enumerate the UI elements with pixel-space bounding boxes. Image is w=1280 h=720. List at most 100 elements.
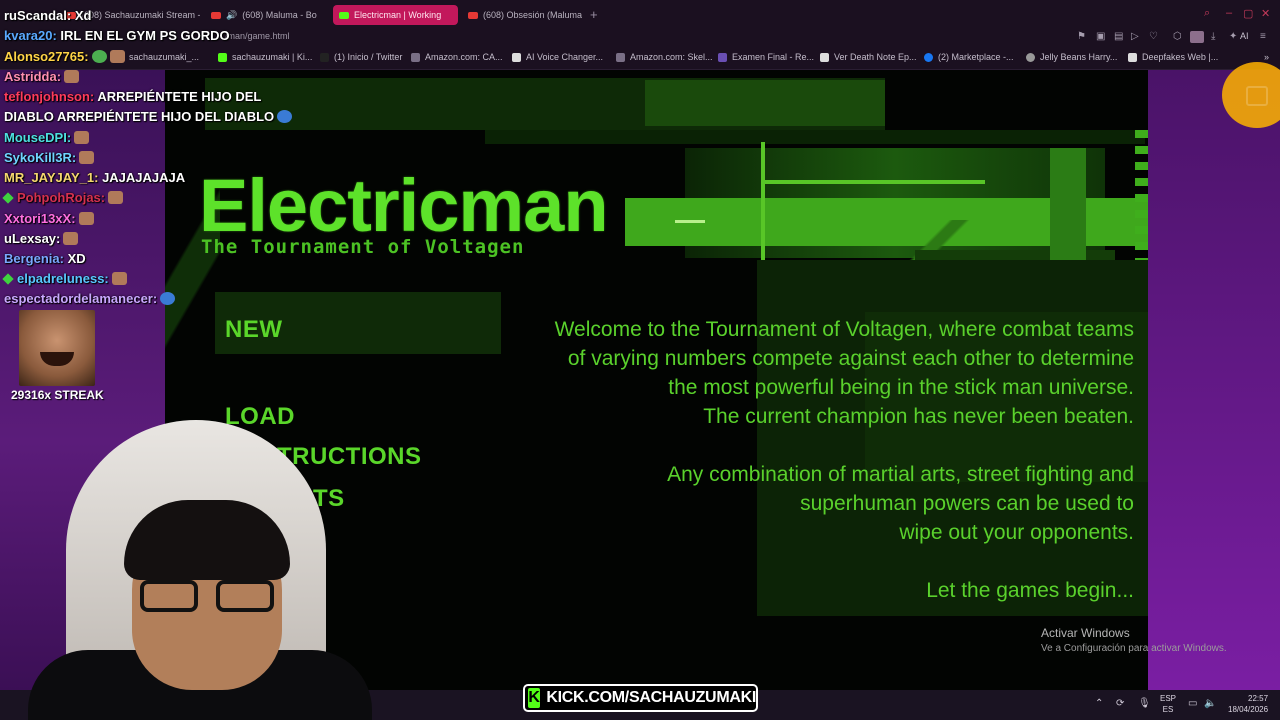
bookmark-icon[interactable]: ⚑ (1077, 31, 1086, 42)
tab-electricman[interactable]: Electricman | Working (333, 5, 458, 25)
ai-icon[interactable]: ✦ (1229, 31, 1237, 42)
tab-maluma[interactable]: 🔊 (608) Maluma - Bo ✕ (205, 5, 325, 25)
new-tab-button[interactable]: + (590, 7, 598, 22)
emote-icon (74, 131, 90, 144)
extensions-icon[interactable]: ⬡ (1173, 31, 1182, 42)
bookmark-item[interactable]: Deepfakes Web |... (1128, 52, 1218, 62)
play-icon[interactable]: ▷ (1131, 31, 1139, 42)
intro-line: The current champion has never been beat… (703, 405, 1134, 428)
facebook-icon (924, 52, 933, 62)
decor-ticks (1135, 130, 1148, 260)
intro-paragraph: Welcome to the Tournament of Voltagen, w… (555, 315, 1134, 431)
tab-label: (608) Obsesión (Maluma) (483, 10, 582, 20)
activate-windows-subtitle: Ve a Configuración para activar Windows. (1041, 643, 1227, 654)
bookmark-item[interactable]: Amazon.com: Skel... (616, 52, 713, 62)
emote-icon (109, 50, 125, 63)
kick-icon (339, 11, 349, 19)
intro-line: Any combination of martial arts, street … (667, 463, 1134, 486)
bookmark-item[interactable]: sachauzumaki_... (115, 52, 199, 62)
page-icon (718, 52, 727, 62)
bookmarks-overflow-icon[interactable]: » (1264, 52, 1269, 62)
box-icon[interactable]: ▤ (1114, 31, 1123, 42)
ai-label[interactable]: AI (1240, 31, 1249, 41)
webcam-feed (28, 420, 372, 720)
emote-icon (63, 232, 79, 245)
download-icon[interactable]: ⤓ (1211, 31, 1215, 42)
bookmark-item[interactable]: sachauzumaki | Ki... (218, 52, 312, 62)
bookmark-item[interactable]: Ver Death Note Ep... (820, 52, 917, 62)
page-icon (512, 52, 521, 62)
chat-message: MR_JAYJAY_1: JAJAJAJAJA (4, 170, 186, 185)
bookmark-item[interactable]: AI Voice Changer... (512, 52, 603, 62)
intro-line: wipe out your opponents. (899, 521, 1134, 544)
microphone-icon[interactable]: 🎙 (1138, 698, 1151, 709)
decor-bar (485, 130, 1145, 144)
kick-logo-icon: K (528, 688, 541, 708)
intro-line: the most powerful being in the stick man… (668, 376, 1134, 399)
search-icon[interactable]: ⌕ (1204, 7, 1210, 20)
heart-icon[interactable]: ♡ (1149, 31, 1158, 42)
minimize-icon[interactable]: – (1226, 7, 1232, 19)
emote-icon (111, 272, 127, 285)
intro-line: of varying numbers compete against each … (567, 347, 1134, 370)
bookmark-item[interactable]: Examen Final - Re... (718, 52, 814, 62)
system-clock[interactable]: 22:57 18/04/2026 (1228, 693, 1268, 715)
streak-counter: 29316x STREAK (11, 388, 104, 402)
emote-icon (91, 50, 107, 63)
chat-message: ruScandal: Xd (4, 8, 92, 23)
chat-message: DIABLO ARREPIÉNTETE HIJO DEL DIABLO (4, 109, 293, 124)
page-background-right (1148, 70, 1280, 690)
chevron-up-icon[interactable]: ⌃ (1095, 698, 1103, 709)
decor-spark (675, 220, 705, 223)
url-field[interactable]: /man/game.html (225, 31, 290, 41)
bookmark-item[interactable]: (1) Inicio / Twitter (320, 52, 402, 62)
game-subtitle: The Tournament of Voltagen (201, 236, 525, 258)
chat-message: kvara20: IRL EN EL GYM PS GORDO (4, 28, 230, 43)
menu-icon[interactable]: ≡ (1260, 31, 1266, 42)
menu-new-button[interactable]: NEW (225, 316, 283, 344)
chat-message: uLexsay: (4, 231, 79, 246)
amazon-icon (411, 52, 420, 62)
closing-line: Let the games begin... (926, 579, 1134, 602)
decor-bar (645, 80, 885, 126)
expand-icon[interactable] (1246, 86, 1268, 106)
intro-line: Welcome to the Tournament of Voltagen, w… (554, 318, 1134, 341)
speaker-icon: 🔊 (226, 9, 238, 20)
tab-label: Electricman | Working (354, 10, 442, 20)
badge-icon (2, 273, 14, 285)
emote-icon (64, 70, 80, 83)
chat-message: Astridda: (4, 69, 80, 84)
tab-label: (608) Sachauzumaki Stream - W (81, 10, 200, 20)
page-icon (820, 52, 829, 62)
kick-channel-banner: K KICK.COM/SACHAUZUMAKI (523, 684, 758, 712)
maximize-icon[interactable]: ▢ (1243, 7, 1253, 20)
profile-avatar[interactable] (1190, 31, 1204, 43)
chat-message: teflonjohnson: ARREPIÉNTETE HIJO DEL (4, 89, 262, 104)
monitor-icon[interactable]: ▭ (1188, 698, 1197, 709)
chat-message: Alonso27765: (4, 49, 125, 64)
glasses (140, 580, 278, 614)
bookmark-item[interactable]: Amazon.com: CA... (411, 52, 503, 62)
bookmark-item[interactable]: Jelly Beans Harry... (1026, 52, 1117, 62)
intro-line: superhuman powers can be used to (800, 492, 1134, 515)
decor-line (765, 180, 985, 184)
chat-message: Bergenia: XD (4, 251, 86, 266)
language-indicator[interactable]: ESP ES (1160, 693, 1176, 715)
chat-message: MouseDPI: (4, 130, 90, 145)
chat-message: elpadreluness: (2, 271, 127, 286)
window-close-icon[interactable]: ✕ (1261, 7, 1270, 20)
screenshot-icon[interactable]: ▣ (1096, 31, 1105, 42)
sync-icon[interactable]: ⟳ (1116, 698, 1124, 709)
streak-emote (19, 310, 95, 386)
tab-obsesion[interactable]: (608) Obsesión (Maluma) (462, 5, 582, 25)
chat-message: SykoKill3R: (4, 150, 95, 165)
emote-icon (79, 151, 95, 164)
amazon-icon (616, 52, 625, 62)
youtube-icon (468, 11, 478, 19)
volume-icon[interactable]: 🔈 (1204, 698, 1216, 709)
chat-message: Xxtori13xX: (4, 211, 94, 226)
emote-icon (277, 110, 293, 123)
emote-icon (78, 212, 94, 225)
bookmark-item[interactable]: (2) Marketplace -... (924, 52, 1014, 62)
page-icon (1026, 52, 1035, 62)
